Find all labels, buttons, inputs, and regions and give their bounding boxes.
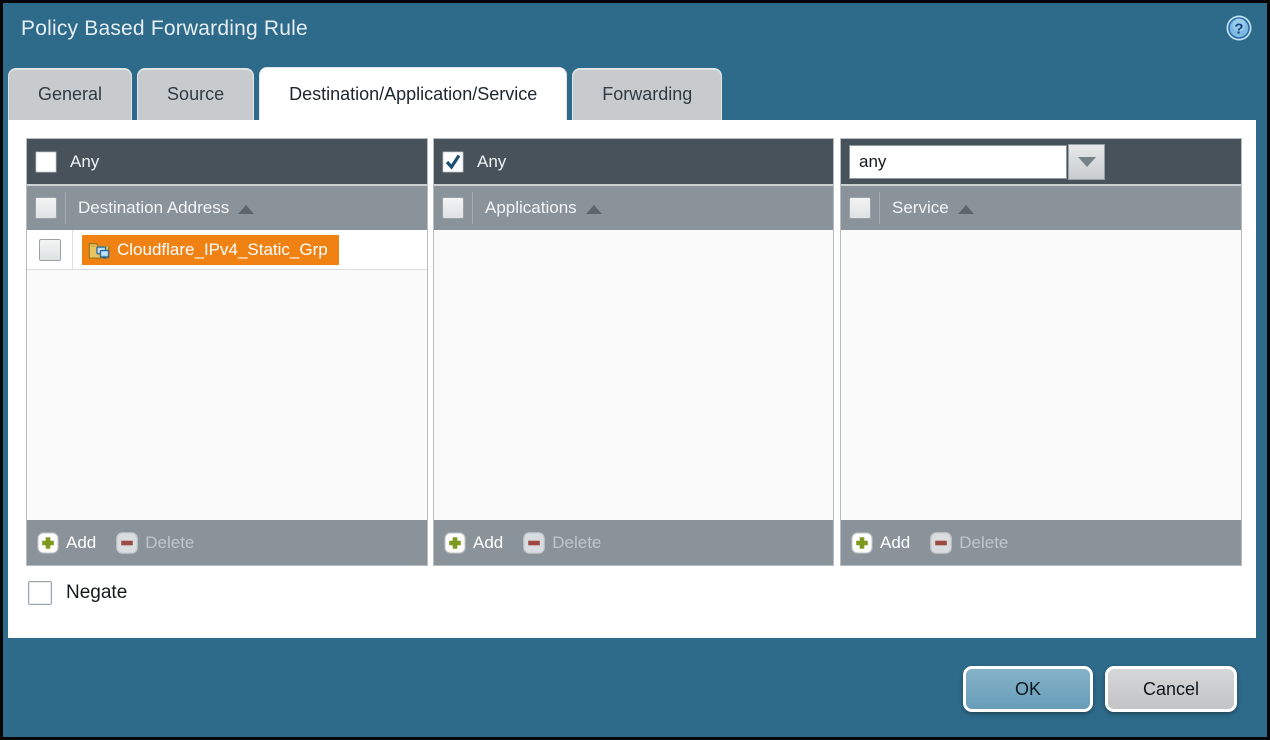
service-add-button[interactable]: Add xyxy=(851,532,910,554)
negate-checkbox[interactable] xyxy=(28,581,52,605)
applications-sort-header[interactable]: Applications xyxy=(485,198,602,218)
applications-any-checkbox[interactable] xyxy=(442,151,464,173)
header-separator xyxy=(65,192,66,224)
header-separator xyxy=(879,192,880,224)
minus-icon xyxy=(523,532,545,554)
applications-footer: Add Delete xyxy=(434,520,833,565)
destination-any-label: Any xyxy=(70,152,99,172)
service-list xyxy=(841,230,1241,520)
destination-any-checkbox[interactable] xyxy=(35,151,57,173)
header-separator xyxy=(472,192,473,224)
destination-delete-button[interactable]: Delete xyxy=(116,532,194,554)
tab-forwarding[interactable]: Forwarding xyxy=(572,68,722,120)
destination-add-button[interactable]: Add xyxy=(37,532,96,554)
destination-list-item-row[interactable]: Cloudflare_IPv4_Static_Grp xyxy=(27,230,427,270)
ok-button[interactable]: OK xyxy=(963,666,1093,712)
tab-destination-application-service[interactable]: Destination/Application/Service xyxy=(259,67,567,120)
applications-list xyxy=(434,230,833,520)
service-sort-header[interactable]: Service xyxy=(892,198,974,218)
plus-icon xyxy=(444,532,466,554)
policy-based-forwarding-dialog: Policy Based Forwarding Rule ? General S… xyxy=(0,0,1270,740)
destination-address-column: Any Destination Address xyxy=(26,138,428,566)
address-group-icon xyxy=(88,239,110,261)
service-dropdown-value[interactable]: any xyxy=(849,145,1067,179)
minus-icon xyxy=(116,532,138,554)
tab-general[interactable]: General xyxy=(8,68,132,120)
destination-header-label: Destination Address xyxy=(78,198,229,218)
applications-column: Any Applications Add xyxy=(433,138,834,566)
add-label: Add xyxy=(473,533,503,553)
destination-address-sort-header[interactable]: Destination Address xyxy=(78,198,254,218)
tab-bar: General Source Destination/Application/S… xyxy=(8,68,722,120)
destination-header-checkbox[interactable] xyxy=(35,197,57,219)
dialog-title: Policy Based Forwarding Rule xyxy=(21,17,308,41)
applications-table-header: Applications xyxy=(434,184,833,230)
service-dropdown: any xyxy=(849,144,1105,180)
destination-any-bar: Any xyxy=(27,139,427,184)
service-delete-button[interactable]: Delete xyxy=(930,532,1008,554)
svg-text:?: ? xyxy=(1234,21,1243,38)
applications-header-checkbox[interactable] xyxy=(442,197,464,219)
row-checkbox[interactable] xyxy=(39,239,61,261)
service-dropdown-button[interactable] xyxy=(1068,144,1105,180)
delete-label: Delete xyxy=(959,533,1008,553)
delete-label: Delete xyxy=(552,533,601,553)
plus-icon xyxy=(851,532,873,554)
applications-header-label: Applications xyxy=(485,198,577,218)
tab-content-panel: Any Destination Address xyxy=(8,120,1256,638)
service-header-checkbox[interactable] xyxy=(849,197,871,219)
applications-delete-button[interactable]: Delete xyxy=(523,532,601,554)
destination-table-header: Destination Address xyxy=(27,184,427,230)
address-group-name: Cloudflare_IPv4_Static_Grp xyxy=(117,240,328,260)
applications-any-bar: Any xyxy=(434,139,833,184)
row-checkbox-cell xyxy=(27,230,73,269)
negate-label: Negate xyxy=(66,582,127,604)
negate-row: Negate xyxy=(28,581,127,605)
service-any-bar: any xyxy=(841,139,1241,184)
add-label: Add xyxy=(66,533,96,553)
sort-asc-icon xyxy=(586,205,602,214)
cancel-button[interactable]: Cancel xyxy=(1105,666,1237,712)
destination-list: Cloudflare_IPv4_Static_Grp xyxy=(27,230,427,520)
service-footer: Add Delete xyxy=(841,520,1241,565)
service-header-label: Service xyxy=(892,198,949,218)
minus-icon xyxy=(930,532,952,554)
destination-footer: Add Delete xyxy=(27,520,427,565)
delete-label: Delete xyxy=(145,533,194,553)
help-icon[interactable]: ? xyxy=(1226,15,1252,41)
tab-source[interactable]: Source xyxy=(137,68,254,120)
selected-address-group[interactable]: Cloudflare_IPv4_Static_Grp xyxy=(82,235,339,265)
sort-asc-icon xyxy=(238,205,254,214)
service-column: any Service xyxy=(840,138,1242,566)
chevron-down-icon xyxy=(1078,157,1096,167)
service-table-header: Service xyxy=(841,184,1241,230)
add-label: Add xyxy=(880,533,910,553)
applications-any-label: Any xyxy=(477,152,506,172)
plus-icon xyxy=(37,532,59,554)
sort-asc-icon xyxy=(958,205,974,214)
applications-add-button[interactable]: Add xyxy=(444,532,503,554)
